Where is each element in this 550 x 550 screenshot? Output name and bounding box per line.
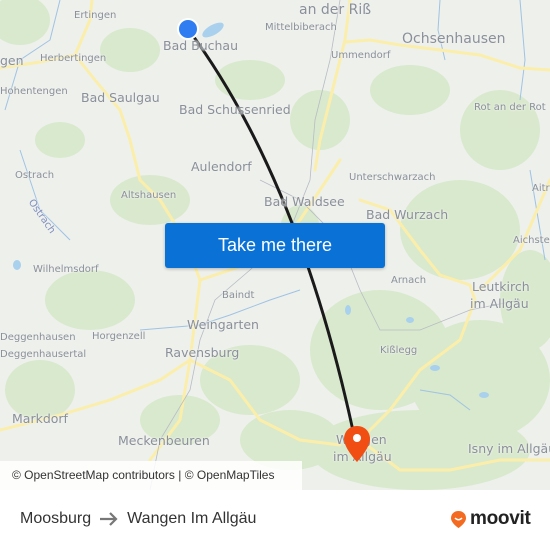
place-label-bad-schussenried: Bad Schussenried	[179, 102, 291, 117]
arrow-right-icon	[100, 512, 118, 526]
place-label-baindt: Baindt	[222, 290, 255, 301]
place-label-ostrach: Ostrach	[15, 170, 55, 181]
moovit-pin-icon	[451, 510, 466, 528]
place-label-altshausen: Altshausen	[121, 190, 177, 201]
place-label-bad-wurzach: Bad Wurzach	[366, 207, 449, 222]
place-label-isny: Isny im Allgäu	[468, 441, 550, 456]
place-label-ummendorf: Ummendorf	[331, 50, 391, 61]
map-view[interactable]: Ertingen Bad Buchau an der Riß Mittelbibera…	[0, 0, 550, 490]
take-me-there-button[interactable]: Take me there	[165, 223, 385, 268]
place-label-kisslegg: Kißlegg	[380, 345, 418, 356]
moovit-logo[interactable]: moovit	[450, 508, 531, 530]
attribution-separator: |	[174, 468, 185, 482]
place-label-mengen: gen	[0, 53, 24, 68]
footer-bar: Moosburg Wangen Im Allgäu moovit	[0, 490, 550, 550]
place-label-arnach: Arnach	[391, 275, 427, 286]
place-label-mittelbiberach: Mittelbiberach	[265, 22, 337, 33]
place-label-aitrach: Aitra	[532, 183, 550, 194]
place-label-rot-an-der-rot: Rot an der Rot	[474, 102, 546, 113]
place-label-wilhelmsdorf: Wilhelmsdorf	[33, 264, 99, 275]
place-label-herbertingen: Herbertingen	[40, 53, 107, 64]
place-label-meckenbeuren: Meckenbeuren	[118, 433, 210, 448]
place-label-leutkirch-2: im Allgäu	[470, 296, 529, 311]
place-label-ertingen: Ertingen	[74, 10, 117, 21]
brand-name: moovit	[470, 508, 531, 529]
place-label-hohentengen: Hohentengen	[0, 86, 68, 97]
place-label-aulendorf: Aulendorf	[191, 159, 252, 174]
map-attribution: © OpenStreetMap contributors | © OpenMap…	[0, 461, 302, 490]
place-label-ravensburg: Ravensburg	[165, 345, 240, 360]
place-label-bad-buchau: Bad Buchau	[163, 38, 239, 53]
origin-marker-icon[interactable]	[176, 17, 200, 41]
destination-name: Wangen Im Allgäu	[127, 510, 257, 527]
place-label-leutkirch-1: Leutkirch	[472, 279, 530, 294]
osm-attribution-link[interactable]: © OpenStreetMap contributors	[12, 468, 175, 482]
origin-name: Moosburg	[20, 510, 92, 527]
place-label-aichstetten: Aichstet	[513, 235, 550, 246]
place-label-weingarten: Weingarten	[187, 317, 259, 332]
place-label-markdorf: Markdorf	[12, 411, 68, 426]
openmaptiles-attribution-link[interactable]: © OpenMapTiles	[185, 468, 275, 482]
place-label-unterschwarzach: Unterschwarzach	[349, 172, 436, 183]
place-label-deggenhausen: Deggenhausen	[0, 332, 76, 343]
place-label-horgenzell: Horgenzell	[92, 331, 146, 342]
route-summary: Moosburg Wangen Im Allgäu	[20, 510, 256, 528]
place-label-bad-saulgau: Bad Saulgau	[81, 90, 160, 105]
place-label-biberach: an der Riß	[299, 2, 372, 18]
place-label-bad-waldsee: Bad Waldsee	[264, 194, 345, 209]
destination-pin-icon[interactable]	[342, 424, 372, 464]
place-label-deggenhausertal: Deggenhausertal	[0, 349, 87, 360]
place-label-ochsenhausen: Ochsenhausen	[402, 31, 506, 47]
